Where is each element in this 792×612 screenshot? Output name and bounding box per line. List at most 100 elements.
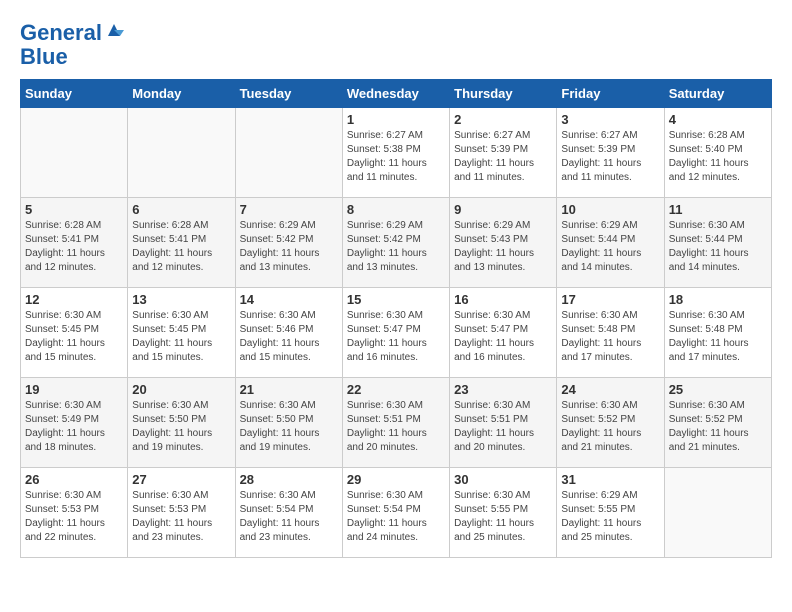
day-number: 15: [347, 292, 445, 307]
day-number: 25: [669, 382, 767, 397]
day-number: 18: [669, 292, 767, 307]
day-detail: Sunrise: 6:30 AM Sunset: 5:52 PM Dayligh…: [669, 399, 767, 455]
day-number: 26: [25, 472, 123, 487]
day-number: 10: [561, 202, 659, 217]
day-detail: Sunrise: 6:30 AM Sunset: 5:49 PM Dayligh…: [25, 399, 123, 455]
page-header: General Blue: [20, 20, 772, 69]
day-number: 16: [454, 292, 552, 307]
day-detail: Sunrise: 6:28 AM Sunset: 5:41 PM Dayligh…: [132, 219, 230, 275]
weekday-header: Sunday: [21, 80, 128, 108]
day-detail: Sunrise: 6:30 AM Sunset: 5:48 PM Dayligh…: [561, 309, 659, 365]
calendar-week-row: 19Sunrise: 6:30 AM Sunset: 5:49 PM Dayli…: [21, 378, 772, 468]
day-detail: Sunrise: 6:28 AM Sunset: 5:41 PM Dayligh…: [25, 219, 123, 275]
calendar-cell: [21, 108, 128, 198]
day-number: 8: [347, 202, 445, 217]
calendar-body: 1 Sunrise: 6:27 AM Sunset: 5:38 PM Daylig…: [21, 108, 772, 558]
calendar-cell: 5 Sunrise: 6:28 AM Sunset: 5:41 PM Daylig…: [21, 198, 128, 288]
day-number: 30: [454, 472, 552, 487]
calendar-header-row: SundayMondayTuesdayWednesdayThursdayFrid…: [21, 80, 772, 108]
day-number: 7: [240, 202, 338, 217]
day-detail: Sunrise: 6:30 AM Sunset: 5:54 PM Dayligh…: [347, 489, 445, 545]
calendar-cell: 20 Sunrise: 6:30 AM Sunset: 5:50 PM Dayli…: [128, 378, 235, 468]
day-number: 24: [561, 382, 659, 397]
calendar-cell: 21 Sunrise: 6:30 AM Sunset: 5:50 PM Dayli…: [235, 378, 342, 468]
weekday-header: Wednesday: [342, 80, 449, 108]
calendar-cell: 29 Sunrise: 6:30 AM Sunset: 5:54 PM Dayli…: [342, 468, 449, 558]
day-detail: Sunrise: 6:30 AM Sunset: 5:51 PM Dayligh…: [347, 399, 445, 455]
calendar-cell: 25 Sunrise: 6:30 AM Sunset: 5:52 PM Dayli…: [664, 378, 771, 468]
calendar-cell: 4 Sunrise: 6:28 AM Sunset: 5:40 PM Daylig…: [664, 108, 771, 198]
calendar-cell: 7 Sunrise: 6:29 AM Sunset: 5:42 PM Daylig…: [235, 198, 342, 288]
day-detail: Sunrise: 6:29 AM Sunset: 5:55 PM Dayligh…: [561, 489, 659, 545]
calendar-cell: 18 Sunrise: 6:30 AM Sunset: 5:48 PM Dayli…: [664, 288, 771, 378]
day-number: 14: [240, 292, 338, 307]
calendar-cell: 23 Sunrise: 6:30 AM Sunset: 5:51 PM Dayli…: [450, 378, 557, 468]
day-number: 13: [132, 292, 230, 307]
day-number: 4: [669, 112, 767, 127]
calendar-cell: 14 Sunrise: 6:30 AM Sunset: 5:46 PM Dayli…: [235, 288, 342, 378]
calendar-cell: 30 Sunrise: 6:30 AM Sunset: 5:55 PM Dayli…: [450, 468, 557, 558]
day-number: 31: [561, 472, 659, 487]
day-detail: Sunrise: 6:30 AM Sunset: 5:50 PM Dayligh…: [240, 399, 338, 455]
calendar-week-row: 26 Sunrise: 6:30 AM Sunset: 5:53 PM Dayli…: [21, 468, 772, 558]
day-number: 5: [25, 202, 123, 217]
logo-general: General: [20, 20, 102, 45]
day-detail: Sunrise: 6:30 AM Sunset: 5:47 PM Dayligh…: [347, 309, 445, 365]
calendar-week-row: 5 Sunrise: 6:28 AM Sunset: 5:41 PM Daylig…: [21, 198, 772, 288]
calendar-cell: 22Sunrise: 6:30 AM Sunset: 5:51 PM Dayli…: [342, 378, 449, 468]
weekday-header: Thursday: [450, 80, 557, 108]
day-detail: Sunrise: 6:29 AM Sunset: 5:42 PM Dayligh…: [240, 219, 338, 275]
day-number: 1: [347, 112, 445, 127]
day-number: 2: [454, 112, 552, 127]
day-detail: Sunrise: 6:30 AM Sunset: 5:54 PM Dayligh…: [240, 489, 338, 545]
day-number: 6: [132, 202, 230, 217]
calendar-cell: 19Sunrise: 6:30 AM Sunset: 5:49 PM Dayli…: [21, 378, 128, 468]
day-number: 21: [240, 382, 338, 397]
day-number: 29: [347, 472, 445, 487]
day-detail: Sunrise: 6:27 AM Sunset: 5:38 PM Dayligh…: [347, 129, 445, 185]
day-detail: Sunrise: 6:30 AM Sunset: 5:51 PM Dayligh…: [454, 399, 552, 455]
calendar-cell: 11Sunrise: 6:30 AM Sunset: 5:44 PM Dayli…: [664, 198, 771, 288]
day-number: 9: [454, 202, 552, 217]
day-number: 17: [561, 292, 659, 307]
calendar-cell: 1 Sunrise: 6:27 AM Sunset: 5:38 PM Daylig…: [342, 108, 449, 198]
calendar-cell: 10 Sunrise: 6:29 AM Sunset: 5:44 PM Dayli…: [557, 198, 664, 288]
day-number: 12: [25, 292, 123, 307]
weekday-header: Tuesday: [235, 80, 342, 108]
day-detail: Sunrise: 6:30 AM Sunset: 5:50 PM Dayligh…: [132, 399, 230, 455]
weekday-header: Monday: [128, 80, 235, 108]
calendar-cell: 27Sunrise: 6:30 AM Sunset: 5:53 PM Dayli…: [128, 468, 235, 558]
day-detail: Sunrise: 6:30 AM Sunset: 5:48 PM Dayligh…: [669, 309, 767, 365]
weekday-header: Friday: [557, 80, 664, 108]
day-number: 3: [561, 112, 659, 127]
calendar-week-row: 12 Sunrise: 6:30 AM Sunset: 5:45 PM Dayli…: [21, 288, 772, 378]
calendar-cell: [235, 108, 342, 198]
day-detail: Sunrise: 6:30 AM Sunset: 5:45 PM Dayligh…: [25, 309, 123, 365]
calendar-cell: 2Sunrise: 6:27 AM Sunset: 5:39 PM Daylig…: [450, 108, 557, 198]
calendar-cell: 8 Sunrise: 6:29 AM Sunset: 5:42 PM Daylig…: [342, 198, 449, 288]
day-detail: Sunrise: 6:29 AM Sunset: 5:42 PM Dayligh…: [347, 219, 445, 275]
calendar-cell: [128, 108, 235, 198]
calendar-cell: 15 Sunrise: 6:30 AM Sunset: 5:47 PM Dayli…: [342, 288, 449, 378]
day-detail: Sunrise: 6:30 AM Sunset: 5:46 PM Dayligh…: [240, 309, 338, 365]
calendar-cell: 9 Sunrise: 6:29 AM Sunset: 5:43 PM Daylig…: [450, 198, 557, 288]
calendar-cell: 6 Sunrise: 6:28 AM Sunset: 5:41 PM Daylig…: [128, 198, 235, 288]
logo: General Blue: [20, 20, 124, 69]
day-detail: Sunrise: 6:30 AM Sunset: 5:47 PM Dayligh…: [454, 309, 552, 365]
calendar-cell: 12 Sunrise: 6:30 AM Sunset: 5:45 PM Dayli…: [21, 288, 128, 378]
day-detail: Sunrise: 6:29 AM Sunset: 5:43 PM Dayligh…: [454, 219, 552, 275]
logo-icon: [104, 20, 124, 40]
day-number: 27: [132, 472, 230, 487]
day-detail: Sunrise: 6:30 AM Sunset: 5:52 PM Dayligh…: [561, 399, 659, 455]
day-detail: Sunrise: 6:29 AM Sunset: 5:44 PM Dayligh…: [561, 219, 659, 275]
day-detail: Sunrise: 6:28 AM Sunset: 5:40 PM Dayligh…: [669, 129, 767, 185]
calendar-cell: 13Sunrise: 6:30 AM Sunset: 5:45 PM Dayli…: [128, 288, 235, 378]
day-number: 20: [132, 382, 230, 397]
calendar-cell: [664, 468, 771, 558]
calendar-cell: 16 Sunrise: 6:30 AM Sunset: 5:47 PM Dayli…: [450, 288, 557, 378]
day-detail: Sunrise: 6:27 AM Sunset: 5:39 PM Dayligh…: [561, 129, 659, 185]
day-number: 23: [454, 382, 552, 397]
day-detail: Sunrise: 6:30 AM Sunset: 5:53 PM Dayligh…: [25, 489, 123, 545]
day-detail: Sunrise: 6:30 AM Sunset: 5:55 PM Dayligh…: [454, 489, 552, 545]
calendar-cell: 17 Sunrise: 6:30 AM Sunset: 5:48 PM Dayli…: [557, 288, 664, 378]
